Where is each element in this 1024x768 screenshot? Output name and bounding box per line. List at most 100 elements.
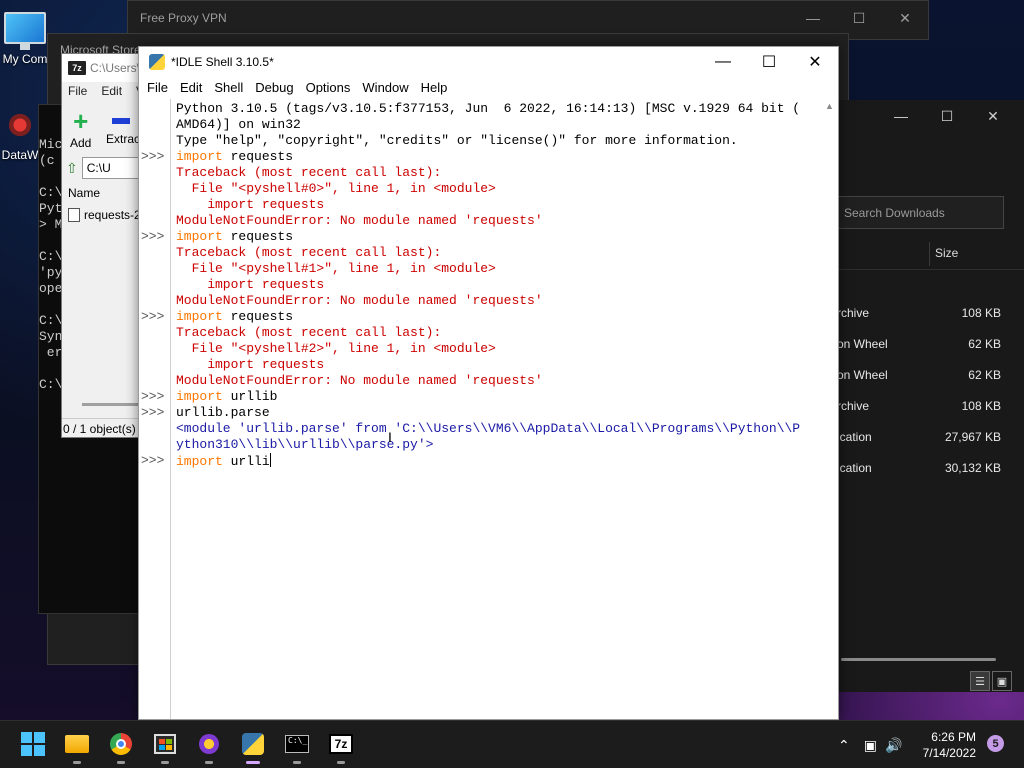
close-icon[interactable]: ✕ [882,1,928,35]
code-token: urlli [222,454,270,469]
running-indicator [73,761,81,764]
notification-badge[interactable]: 5 [987,735,1004,752]
menu-edit[interactable]: Edit [101,84,122,98]
vpn-sun-icon [199,734,219,754]
file-size: 62 KB [968,368,1001,382]
monitor-icon [4,12,46,50]
list-item[interactable]: ication 27,967 KB [837,422,1024,453]
7zip-titlebar[interactable]: 7z C:\Users\ [62,54,140,82]
column-header-size[interactable]: Size [935,246,958,260]
idle-menubar: File Edit Shell Debug Options Window Hel… [139,77,838,99]
extract-button[interactable]: Extrac [106,110,140,146]
list-item[interactable]: on Wheel 62 KB [837,360,1024,391]
menu-options[interactable]: Options [300,77,357,99]
shell-line: File "<pyshell#1>", line 1, in <module> [176,261,496,276]
code-token: requests [222,229,294,244]
downloads-window[interactable]: — ☐ ✕ Search Downloads Size rchive 108 KB… [836,100,1024,692]
keyword-token: import [176,454,223,469]
taskbar-python-idle[interactable] [233,725,273,764]
maximize-icon[interactable]: ☐ [746,47,792,77]
folder-icon [65,735,89,753]
taskbar-terminal[interactable]: C:\_ [284,731,310,764]
shell-line: AMD64)] on win32 [176,117,301,132]
keyword-token: import [176,149,223,164]
add-label: Add [70,136,92,150]
taskbar-vpn[interactable] [196,731,222,764]
details-view-icon[interactable]: ☰ [970,671,990,691]
console-line: ope [39,281,63,296]
column-header-row: Size [837,238,1024,270]
volume-icon[interactable]: 🔊 [885,737,902,754]
desktop-icon-dataw[interactable]: DataW [0,112,40,162]
shell-line: import requests [176,197,325,212]
minimize-icon[interactable]: — [700,47,746,77]
search-downloads-input[interactable]: Search Downloads [837,196,1004,229]
menu-window[interactable]: Window [356,77,414,99]
7zip-logo-icon: 7z [68,61,86,75]
python-icon [149,54,165,70]
search-placeholder: Search Downloads [844,205,945,220]
idle-shell-window[interactable]: *IDLE Shell 3.10.5* — ☐ ✕ File Edit Shel… [138,46,839,720]
running-indicator [161,761,169,764]
taskbar-file-explorer[interactable] [64,731,90,764]
list-item[interactable]: on Wheel 62 KB [837,329,1024,360]
shell-text-area[interactable]: Python 3.10.5 (tags/v3.10.5:f377153, Jun… [176,99,820,719]
shell-line: Python 3.10.5 (tags/v3.10.5:f377153, Jun… [176,101,801,116]
taskbar-store[interactable] [152,731,178,764]
horizontal-scrollbar[interactable] [841,658,996,661]
list-item[interactable]: rchive 108 KB [837,391,1024,422]
keyword-token: import [176,229,223,244]
path-input[interactable]: C:\U [81,157,140,179]
add-button[interactable]: + Add [70,108,92,150]
windows-logo-icon [21,732,45,756]
desktop-icon-my-computer[interactable]: My Com [0,12,50,66]
shell-line: ModuleNotFoundError: No module named 're… [176,213,543,228]
shell-line: <module 'urllib.parse' from 'C:\\Users\\… [176,421,801,436]
menu-shell[interactable]: Shell [208,77,249,99]
console-line: Mic [39,137,63,152]
menu-help[interactable]: Help [415,77,454,99]
menu-edit[interactable]: Edit [174,77,208,99]
menu-file[interactable]: File [141,77,174,99]
tiles-view-icon[interactable]: ▣ [992,671,1012,691]
shell-prompt: >>> [141,405,165,420]
list-item[interactable]: ication 30,132 KB [837,453,1024,484]
close-icon[interactable]: ✕ [792,47,838,77]
maximize-icon[interactable]: ☐ [924,100,970,132]
code-token: requests [222,309,294,324]
file-list-item[interactable]: requests-2 [68,208,141,222]
horizontal-scrollbar[interactable] [82,403,140,406]
close-icon[interactable]: ✕ [970,100,1016,132]
menu-debug[interactable]: Debug [249,77,299,99]
shell-line: Type "help", "copyright", "credits" or "… [176,133,738,148]
start-button[interactable] [20,731,46,757]
list-item[interactable]: rchive 108 KB [837,298,1024,329]
idle-titlebar[interactable]: *IDLE Shell 3.10.5* — ☐ ✕ [139,47,838,77]
shell-line: ModuleNotFoundError: No module named 're… [176,373,543,388]
shell-line: File "<pyshell#0>", line 1, in <module> [176,181,496,196]
taskbar-clock[interactable]: 6:26 PM 7/14/2022 [908,729,976,761]
folder-up-icon[interactable]: ⇧ [66,160,78,177]
maximize-icon[interactable]: ☐ [836,1,882,35]
column-header-name[interactable]: Name [68,186,100,200]
column-divider[interactable] [929,242,930,266]
scroll-up-icon[interactable]: ▲ [825,101,834,111]
app-icon [7,112,33,138]
file-name: requests-2 [84,208,141,222]
minimize-icon[interactable]: — [790,1,836,35]
chevron-up-icon[interactable]: ⌃ [838,737,850,754]
vertical-scrollbar[interactable]: ▲ [821,99,838,719]
console-line: C:\ [39,185,63,200]
7zip-window[interactable]: 7z C:\Users\ File Edit V + Add Extrac ⇧ … [61,53,141,438]
vpn-window-title: Free Proxy VPN [140,11,227,25]
taskbar-chrome[interactable] [108,731,134,764]
minimize-icon[interactable]: — [878,100,924,132]
vpn-titlebar[interactable]: Free Proxy VPN — ☐ ✕ [128,1,928,35]
shell-editor[interactable]: >>> >>> >>> >>> >>> >>> Python 3.10.5 (tags/v… [139,99,838,719]
running-indicator [337,761,345,764]
menu-file[interactable]: File [68,84,87,98]
shell-line: import requests [176,229,293,244]
taskbar-7zip[interactable]: 7z [328,731,354,764]
file-size: 62 KB [968,337,1001,351]
network-icon[interactable]: ▣ [864,737,877,754]
